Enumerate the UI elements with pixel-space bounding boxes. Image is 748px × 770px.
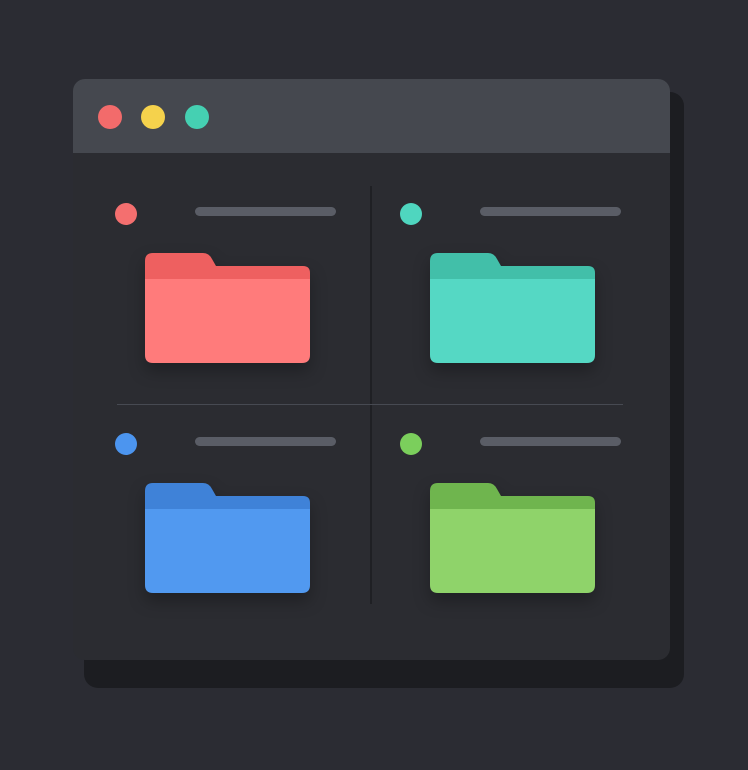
status-dot-blue <box>115 433 137 455</box>
folder-icon[interactable] <box>430 481 595 593</box>
folder-tile-blue[interactable] <box>73 309 336 593</box>
folder-name-placeholder <box>480 207 621 216</box>
folder-tile-teal[interactable] <box>358 79 621 363</box>
folder-tile-green[interactable] <box>358 309 621 593</box>
folder-name-placeholder <box>480 437 621 446</box>
folder-name-placeholder <box>195 207 336 216</box>
status-dot-red <box>115 203 137 225</box>
status-dot-teal <box>400 203 422 225</box>
folder-tile-red[interactable] <box>73 79 336 363</box>
folder-name-placeholder <box>195 437 336 446</box>
folder-icon[interactable] <box>145 481 310 593</box>
status-dot-green <box>400 433 422 455</box>
app-window <box>73 79 670 660</box>
